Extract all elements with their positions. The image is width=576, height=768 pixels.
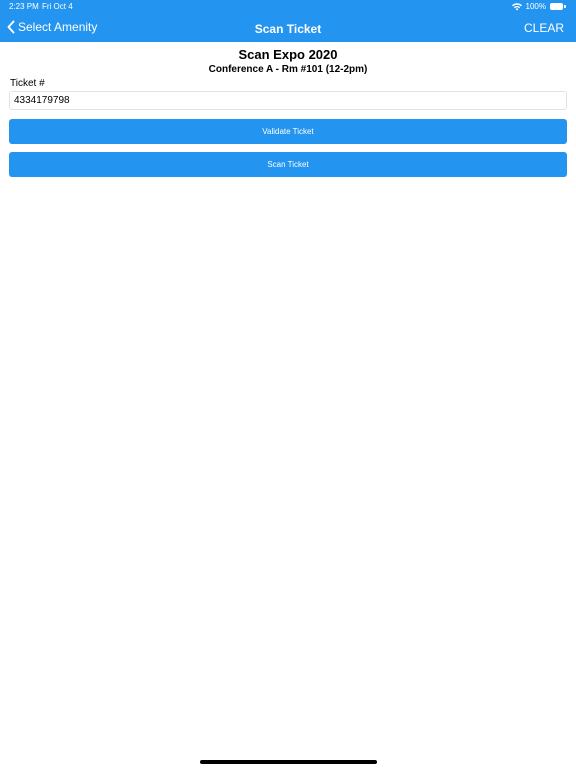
navigation-bar: Select Amenity Scan Ticket CLEAR — [0, 14, 576, 42]
event-title: Scan Expo 2020 — [238, 47, 338, 62]
ticket-input[interactable] — [9, 91, 567, 110]
status-time: 2:23 PM — [9, 2, 39, 11]
clear-button[interactable]: CLEAR — [524, 21, 564, 35]
page-title: Scan Ticket — [254, 22, 322, 36]
status-indicators: 100% — [511, 2, 566, 11]
home-indicator — [200, 760, 377, 764]
validate-ticket-button[interactable]: Validate Ticket — [9, 119, 567, 144]
status-bar: 2:23 PM Fri Oct 4 100% — [0, 0, 576, 14]
battery-icon — [550, 3, 566, 10]
header: 2:23 PM Fri Oct 4 100% Select Amenity Sc… — [0, 0, 576, 42]
event-subtitle: Conference A - Rm #101 (12-2pm) — [208, 64, 368, 75]
battery-percent: 100% — [525, 2, 546, 11]
status-date: Fri Oct 4 — [42, 2, 73, 11]
scan-ticket-button[interactable]: Scan Ticket — [9, 152, 567, 177]
ticket-label: Ticket # — [10, 78, 45, 89]
wifi-icon — [511, 2, 522, 11]
